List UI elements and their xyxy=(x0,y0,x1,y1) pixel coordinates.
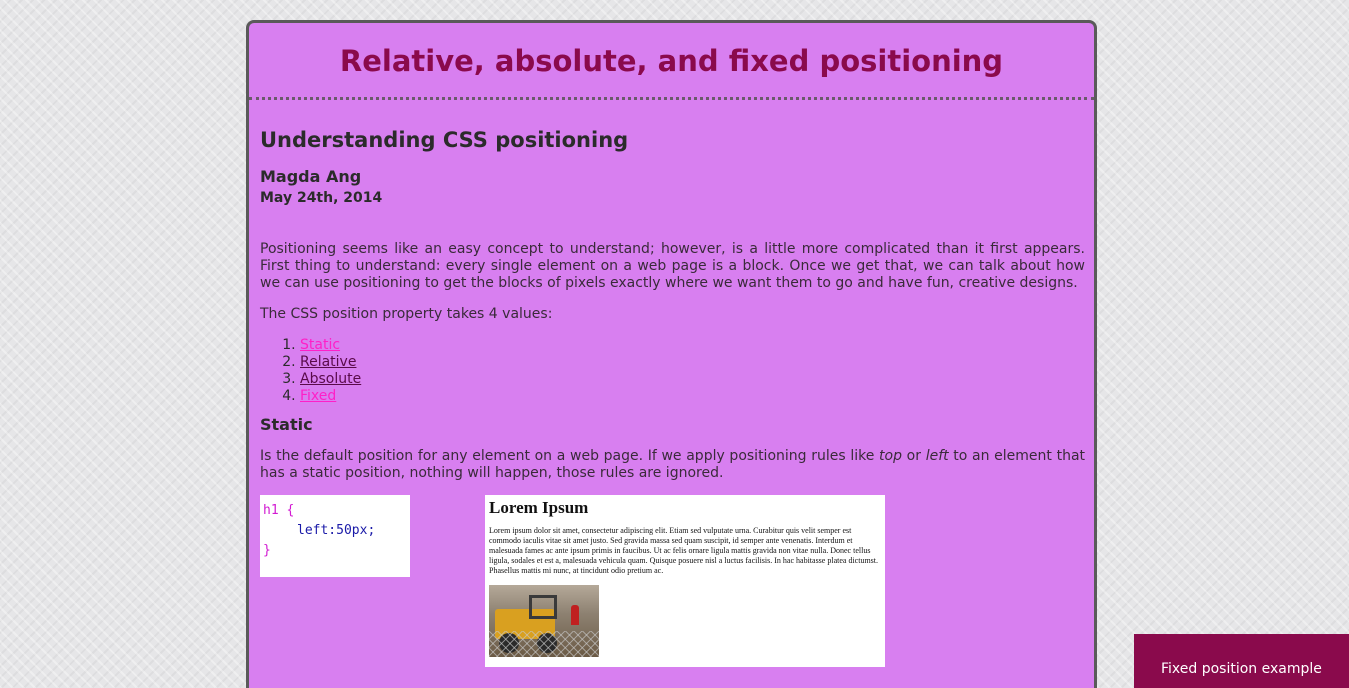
site-title: Relative, absolute, and fixed positionin… xyxy=(339,44,1004,78)
lorem-text: Lorem ipsum dolor sit amet, consectetur … xyxy=(489,526,878,575)
fixed-banner-label: Fixed position example xyxy=(1161,661,1322,677)
static-desc-top: top xyxy=(879,448,902,464)
article-author: Magda Ang xyxy=(260,167,362,186)
code-selector-line: h1 { xyxy=(263,503,295,518)
values-intro-paragraph: The CSS position property takes 4 values… xyxy=(260,306,553,322)
article-content: Understanding CSS positioning Magda Ang … xyxy=(249,126,1094,675)
site-header: Relative, absolute, and fixed positionin… xyxy=(249,23,1094,100)
list-item: Static xyxy=(300,337,1085,354)
machine-cab-shape xyxy=(529,595,557,619)
code-example: h1 { left:50px; } xyxy=(260,495,410,577)
static-link[interactable]: Static xyxy=(300,337,340,353)
static-desc-text: Is the default position for any element … xyxy=(260,448,880,464)
code-closing-line: } xyxy=(263,543,271,558)
list-item: Relative xyxy=(300,354,1085,371)
static-desc-left: left xyxy=(925,448,949,464)
code-property-line: left:50px; xyxy=(297,523,376,538)
static-examples: h1 { left:50px; } Lorem Ipsum Lorem ipsu… xyxy=(260,495,1085,675)
page-container: Relative, absolute, and fixed positionin… xyxy=(246,20,1097,688)
lorem-example-screenshot: Lorem Ipsum Lorem ipsum dolor sit amet, … xyxy=(485,495,885,667)
fixed-position-banner: Fixed position example xyxy=(1134,634,1349,688)
intro-paragraph: Positioning seems like an easy concept t… xyxy=(260,241,1085,291)
fixed-link[interactable]: Fixed xyxy=(300,388,336,404)
construction-photo xyxy=(489,585,599,657)
article-date: May 24th, 2014 xyxy=(260,190,383,206)
article-title: Understanding CSS positioning xyxy=(260,128,629,152)
absolute-link[interactable]: Absolute xyxy=(300,371,361,387)
position-values-list: Static Relative Absolute Fixed xyxy=(260,337,1085,405)
list-item: Absolute xyxy=(300,371,1085,388)
lorem-title: Lorem Ipsum xyxy=(489,498,589,517)
list-item: Fixed xyxy=(300,388,1085,405)
fence-shape xyxy=(489,631,599,657)
worker-shape xyxy=(571,605,579,625)
static-description: Is the default position for any element … xyxy=(260,448,1085,482)
static-section-title: Static xyxy=(260,415,313,434)
relative-link[interactable]: Relative xyxy=(300,354,356,370)
static-desc-or: or xyxy=(901,448,926,464)
